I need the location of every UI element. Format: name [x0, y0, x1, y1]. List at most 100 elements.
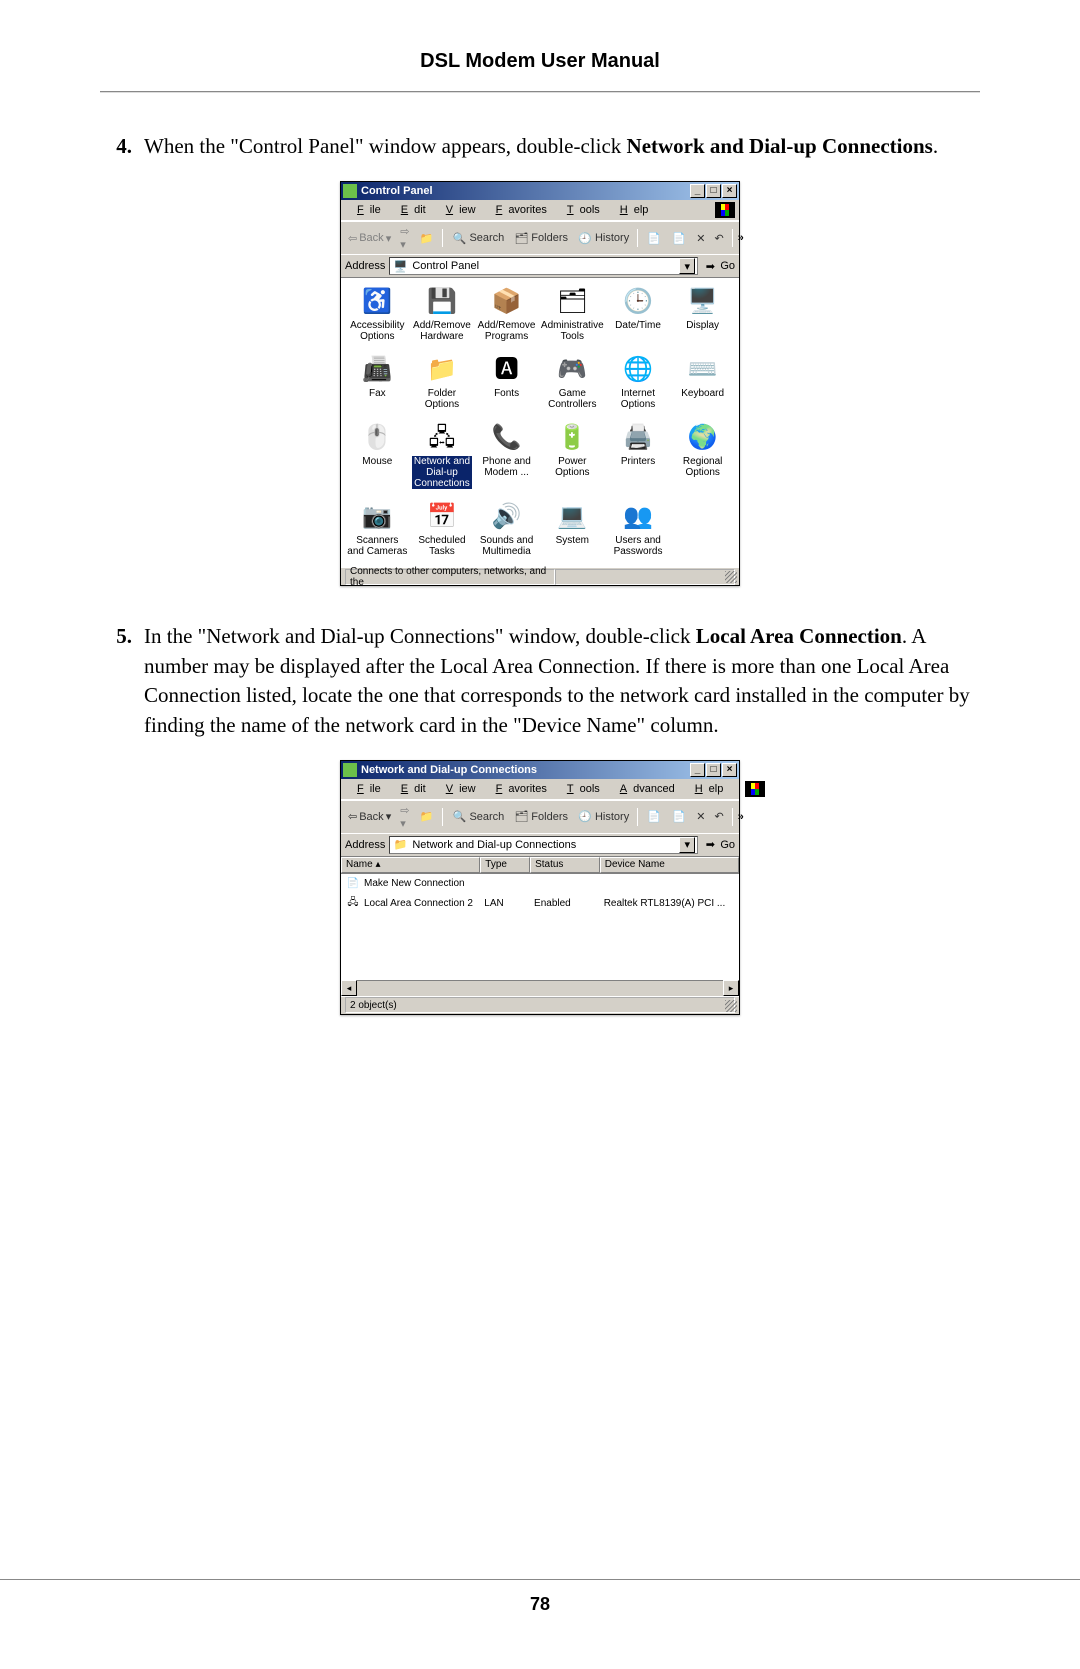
menu-tools[interactable]: Tools [555, 203, 606, 217]
resize-grip[interactable] [725, 1000, 737, 1012]
cp-item-network-and-dial-up-connections[interactable]: 🖧Network and Dial-up Connections [410, 420, 475, 495]
cp-item-game-controllers[interactable]: 🎮Game Controllers [539, 352, 606, 416]
minimize-button[interactable]: _ [690, 763, 705, 777]
menu-advanced[interactable]: Advanced [608, 782, 681, 796]
cp-item-scanners-and-cameras[interactable]: 📷Scanners and Cameras [345, 499, 410, 563]
titlebar[interactable]: Network and Dial-up Connections _ □ × [341, 761, 739, 779]
search-icon: 🔍 [451, 230, 467, 246]
cp-item-fax[interactable]: 📠Fax [345, 352, 410, 416]
go-button[interactable]: ➡Go [702, 258, 735, 274]
cp-item-fonts[interactable]: 🅰Fonts [474, 352, 539, 416]
delete-button[interactable]: ✕ [693, 809, 708, 824]
menu-help[interactable]: Help [608, 203, 655, 217]
toolbar-overflow[interactable]: » [738, 232, 744, 244]
cp-item-add-remove-programs[interactable]: 📦Add/Remove Programs [474, 284, 539, 348]
list-item[interactable]: 📄Make New Connection [341, 874, 739, 894]
cp-item-accessibility-options[interactable]: ♿Accessibility Options [345, 284, 410, 348]
menu-favorites[interactable]: Favorites [484, 782, 553, 796]
copyto-button[interactable]: 📄 [668, 229, 690, 247]
cp-item-date-time[interactable]: 🕒Date/Time [606, 284, 671, 348]
menu-edit[interactable]: Edit [389, 782, 432, 796]
folders-button[interactable]: 🗂Folders [510, 808, 571, 826]
folders-button[interactable]: 🗂Folders [510, 229, 571, 247]
back-button[interactable]: ⇦ Back ▾ [345, 809, 394, 824]
address-input[interactable]: 📁 Network and Dial-up Connections ▾ [389, 836, 698, 854]
icon-view[interactable]: ♿Accessibility Options💾Add/Remove Hardwa… [341, 277, 739, 567]
cell-text: Make New Connection [364, 878, 465, 889]
cp-item-regional-options[interactable]: 🌍Regional Options [670, 420, 735, 495]
up-button[interactable]: 📁 [415, 808, 437, 826]
menu-help[interactable]: Help [683, 782, 730, 796]
history-button[interactable]: 🕘History [574, 229, 632, 247]
cp-item-internet-options[interactable]: 🌐Internet Options [606, 352, 671, 416]
search-label: Search [469, 232, 504, 244]
menu-tools[interactable]: Tools [555, 782, 606, 796]
cp-item-users-and-passwords[interactable]: 👥Users and Passwords [606, 499, 671, 563]
toolbar-overflow[interactable]: » [738, 811, 744, 823]
scroll-left-button[interactable]: ◂ [341, 980, 357, 996]
copyto-button[interactable]: 📄 [668, 808, 690, 826]
close-button[interactable]: × [722, 763, 737, 777]
cp-item-label: Mouse [362, 456, 392, 467]
titlebar[interactable]: Control Panel _ □ × [341, 182, 739, 200]
address-dropdown[interactable]: ▾ [679, 837, 695, 853]
cp-item-display[interactable]: 🖥️Display [670, 284, 735, 348]
close-button[interactable]: × [722, 184, 737, 198]
scroll-right-button[interactable]: ▸ [723, 980, 739, 996]
up-button[interactable]: 📁 [415, 229, 437, 247]
column-header-status[interactable]: Status [530, 857, 600, 873]
cp-item-icon: 📷 [361, 501, 393, 533]
cp-item-administrative-tools[interactable]: 🗂Administrative Tools [539, 284, 606, 348]
cp-item-icon: 🔊 [491, 501, 523, 533]
cp-item-sounds-and-multimedia[interactable]: 🔊Sounds and Multimedia [474, 499, 539, 563]
maximize-button[interactable]: □ [706, 763, 721, 777]
cp-item-power-options[interactable]: 🔋Power Options [539, 420, 606, 495]
cp-item-printers[interactable]: 🖨️Printers [606, 420, 671, 495]
history-button[interactable]: 🕘History [574, 808, 632, 826]
moveto-button[interactable]: 📄 [643, 229, 665, 247]
cp-item-icon: 🌐 [622, 354, 654, 386]
address-dropdown[interactable]: ▾ [679, 258, 695, 274]
cp-item-mouse[interactable]: 🖱️ Mouse [345, 420, 410, 495]
menu-file[interactable]: File [345, 782, 387, 796]
column-header-name[interactable]: Name ▴ [341, 857, 480, 873]
menu-file[interactable]: File [345, 203, 387, 217]
moveto-button[interactable]: 📄 [643, 808, 665, 826]
windows-logo-icon[interactable] [715, 202, 735, 218]
maximize-button[interactable]: □ [706, 184, 721, 198]
horizontal-scrollbar[interactable]: ◂ ▸ [341, 980, 739, 996]
cell [600, 875, 739, 893]
forward-button[interactable]: ⇨ ▾ [397, 803, 412, 831]
search-button[interactable]: 🔍Search [448, 229, 507, 247]
back-button[interactable]: ⇦ Back ▾ [345, 231, 394, 246]
menu-view[interactable]: View [434, 203, 482, 217]
cp-item-icon: 📠 [361, 354, 393, 386]
cp-item-icon: 🖱️ [361, 422, 393, 454]
cp-item-phone-and-modem[interactable]: 📞Phone and Modem ... [474, 420, 539, 495]
list-header[interactable]: Name ▴TypeStatusDevice Name [341, 857, 739, 874]
undo-button[interactable]: ↶ [711, 231, 726, 246]
cp-item-add-remove-hardware[interactable]: 💾Add/Remove Hardware [410, 284, 475, 348]
minimize-button[interactable]: _ [690, 184, 705, 198]
cp-item-scheduled-tasks[interactable]: 📅Scheduled Tasks [410, 499, 475, 563]
cp-item-system[interactable]: 💻System [539, 499, 606, 563]
cell-text: Realtek RTL8139(A) PCI ... [604, 898, 726, 909]
column-header-type[interactable]: Type [480, 857, 530, 873]
go-button[interactable]: ➡Go [702, 837, 735, 853]
delete-button[interactable]: ✕ [693, 231, 708, 246]
resize-grip[interactable] [725, 571, 737, 583]
windows-logo-icon[interactable] [745, 781, 765, 797]
column-header-device-name[interactable]: Device Name [600, 857, 739, 873]
cp-item-folder-options[interactable]: 📁Folder Options [410, 352, 475, 416]
menu-favorites[interactable]: Favorites [484, 203, 553, 217]
cp-item-icon: ♿ [361, 286, 393, 318]
menu-edit[interactable]: Edit [389, 203, 432, 217]
forward-button[interactable]: ⇨ ▾ [397, 224, 412, 252]
address-input[interactable]: 🖥️ Control Panel ▾ [389, 257, 698, 275]
search-button[interactable]: 🔍Search [448, 808, 507, 826]
undo-button[interactable]: ↶ [711, 809, 726, 824]
menu-view[interactable]: View [434, 782, 482, 796]
list-item[interactable]: 🖧Local Area Connection 2LANEnabledRealte… [341, 894, 739, 914]
list-view[interactable]: Name ▴TypeStatusDevice Name 📄Make New Co… [341, 856, 739, 996]
cp-item-keyboard[interactable]: ⌨️Keyboard [670, 352, 735, 416]
